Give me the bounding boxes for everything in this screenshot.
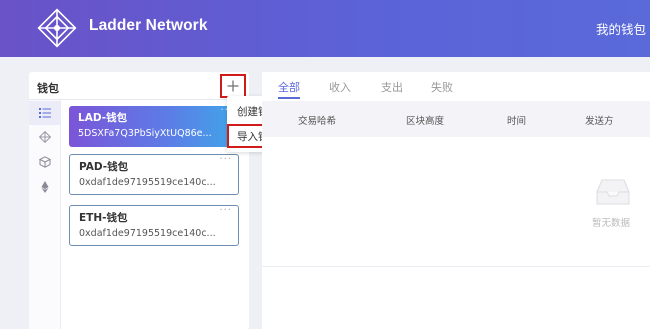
plus-icon [227,80,239,92]
tab-all[interactable]: 全部 [278,79,300,95]
rail-list[interactable] [29,101,61,125]
ethereum-icon [41,181,49,193]
wallet-panel-header: 钱包 [29,72,249,100]
wallet-card-lad[interactable]: LAD-钱包 5DSXFa7Q3PbSiyXtUQ86e... ··· [69,106,239,147]
tab-failed[interactable]: 失败 [431,79,453,95]
column-block-height: 区块高度 [406,116,445,127]
wallet-card-name: ETH-钱包 [79,212,128,224]
tab-income[interactable]: 收入 [329,79,351,95]
chain-side-rail [29,100,61,329]
wallet-card-name: PAD-钱包 [79,161,129,173]
wallet-card-address: 5DSXFa7Q3PbSiyXtUQ86e... [78,128,212,139]
tab-expense[interactable]: 支出 [381,79,403,95]
wallet-card-address: 0xdaf1de97195519ce140c... [79,228,216,239]
empty-inbox-icon [596,179,630,205]
wallet-panel: 钱包 LAD-钱包 5DSXFa7Q3PbSiyXtUQ86e... PAD-钱… [29,72,249,329]
column-time: 时间 [507,116,527,127]
wallet-card-pad[interactable]: PAD-钱包 0xdaf1de97195519ce140c... ··· [69,154,239,195]
list-icon [39,108,51,118]
wallet-panel-title: 钱包 [37,82,59,95]
add-wallet-button[interactable] [220,74,246,98]
wallet-card-address: 0xdaf1de97195519ce140c... [79,177,216,188]
empty-state-text: 暂无数据 [592,218,631,229]
column-tx-hash: 交易哈希 [298,116,337,127]
more-options-icon[interactable]: ··· [219,206,232,216]
transactions-table-header: 交易哈希 区块高度 时间 发送方 [262,101,650,137]
ladder-diamond-logo-icon[interactable] [33,4,81,52]
rail-diamond[interactable] [29,125,61,149]
cube-icon [39,156,51,168]
divider [262,266,650,267]
more-options-icon[interactable]: ··· [219,155,232,165]
transaction-tabs: 全部 收入 支出 失败 [262,72,650,100]
wallet-card-name: LAD-钱包 [78,112,128,124]
rail-cube[interactable] [29,150,61,174]
column-sender: 发送方 [585,116,614,127]
rail-ethereum[interactable] [29,175,61,199]
app-header: Ladder Network 我的钱包 [0,0,650,57]
active-tab-indicator [278,97,300,99]
app-title: Ladder Network [89,17,208,34]
transactions-panel: 全部 收入 支出 失败 交易哈希 区块高度 时间 发送方 暂无数据 [262,72,650,329]
nav-my-wallet[interactable]: 我的钱包 [596,19,646,38]
diamond-icon [39,131,51,143]
wallet-card-eth[interactable]: ETH-钱包 0xdaf1de97195519ce140c... ··· [69,205,239,246]
